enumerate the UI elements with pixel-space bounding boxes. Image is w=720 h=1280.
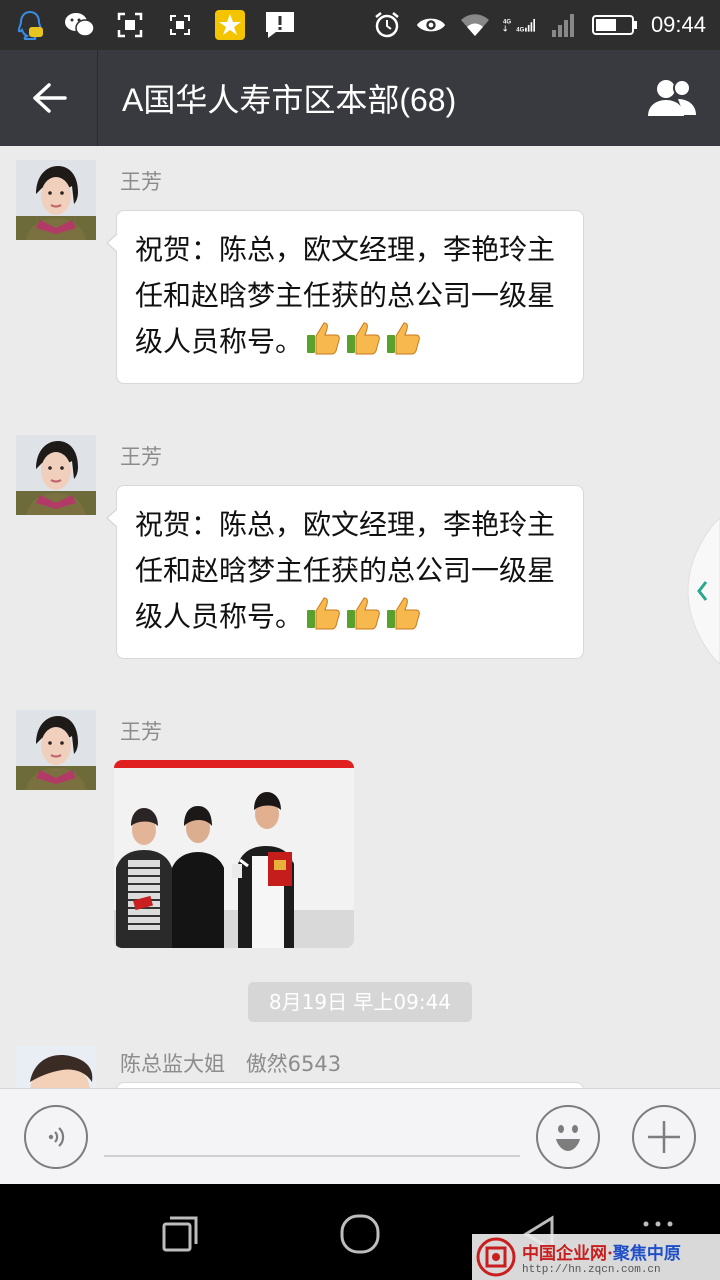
message-item: 王芳 bbox=[16, 710, 716, 960]
avatar[interactable] bbox=[16, 710, 96, 790]
thumbs-up-emoji-icon bbox=[387, 597, 420, 630]
sender-group-nickname: 陈总监大姐 bbox=[120, 1052, 225, 1076]
thumbs-up-emoji-icon bbox=[387, 322, 420, 355]
group-members-icon bbox=[648, 79, 696, 116]
battery-icon bbox=[591, 9, 639, 41]
image-message[interactable] bbox=[114, 760, 354, 948]
signal-secondary-icon bbox=[547, 9, 579, 41]
wifi-icon bbox=[459, 9, 491, 41]
site-watermark: 中国企业网·聚焦中原 http://hn.zqcn.com.cn bbox=[472, 1234, 720, 1280]
wechat-icon bbox=[64, 9, 96, 41]
svg-text:4G: 4G bbox=[516, 28, 524, 34]
scan-small-icon bbox=[164, 9, 196, 41]
signal-4g-icon: 4G 4G bbox=[503, 9, 535, 41]
sender-name: 陈总监大姐 傲然6543 bbox=[120, 1048, 341, 1078]
floating-side-handle[interactable] bbox=[684, 516, 720, 666]
thumbs-up-emoji-icon bbox=[307, 597, 340, 630]
clock-time: 09:44 bbox=[650, 12, 706, 37]
menu-dots-button[interactable] bbox=[640, 1218, 676, 1230]
sender-alias: 傲然6543 bbox=[245, 1052, 342, 1076]
svg-text:4G: 4G bbox=[503, 19, 511, 25]
message-input[interactable] bbox=[104, 1113, 520, 1157]
avatar[interactable] bbox=[16, 1046, 96, 1088]
watermark-brand-a: 中国企业网 bbox=[522, 1243, 607, 1264]
message-item: 陈总监大姐 傲然6543 bbox=[16, 1046, 716, 1088]
thumbs-up-emoji-icon bbox=[307, 322, 340, 355]
alarm-icon bbox=[371, 9, 403, 41]
eye-icon bbox=[415, 9, 447, 41]
message-item: 王芳 祝贺：陈总，欧文经理，李艳玲主任和赵晗梦主任获的总公司一级星级人员称号。 bbox=[16, 160, 716, 420]
recent-apps-button[interactable] bbox=[158, 1212, 202, 1256]
message-item: 王芳 祝贺：陈总，欧文经理，李艳玲主任和赵晗梦主任获的总公司一级星级人员称号。 bbox=[16, 435, 716, 695]
app-badge-icon bbox=[214, 9, 246, 41]
watermark-brand-b: 聚焦中原 bbox=[612, 1243, 681, 1264]
plus-icon bbox=[648, 1121, 680, 1153]
group-members-button[interactable] bbox=[642, 68, 702, 128]
voice-input-button[interactable] bbox=[24, 1105, 88, 1169]
back-button[interactable] bbox=[0, 50, 98, 146]
chat-input-bar bbox=[0, 1088, 720, 1184]
home-button[interactable] bbox=[338, 1212, 382, 1256]
qq-icon bbox=[14, 9, 46, 41]
voice-wave-icon bbox=[48, 1127, 65, 1147]
smiley-icon bbox=[556, 1125, 580, 1151]
sender-name: 王芳 bbox=[120, 720, 162, 744]
home-circle-icon bbox=[340, 1214, 380, 1254]
avatar[interactable] bbox=[16, 160, 96, 240]
message-bubble[interactable]: 祝贺：陈总，欧文经理，李艳玲主任和赵晗梦主任获的总公司一级星级人员称号。 bbox=[106, 210, 584, 384]
avatar[interactable] bbox=[16, 435, 96, 515]
thumbs-up-emoji-icon bbox=[347, 597, 380, 630]
watermark-logo-icon bbox=[476, 1237, 516, 1277]
page-title: A国华人寿市区本部(68) bbox=[122, 82, 457, 118]
chat-header: A国华人寿市区本部(68) bbox=[0, 50, 720, 146]
back-arrow-icon bbox=[32, 83, 67, 113]
timestamp-divider: 8月19日 早上09:44 bbox=[248, 982, 472, 1022]
more-actions-button[interactable] bbox=[632, 1105, 696, 1169]
sender-name: 王芳 bbox=[120, 445, 162, 469]
scan-icon bbox=[114, 9, 146, 41]
message-bubble[interactable]: 祝贺：陈总，欧文经理，李艳玲主任和赵晗梦主任获的总公司一级星级人员称号。 bbox=[106, 485, 584, 659]
alert-message-icon bbox=[264, 9, 296, 41]
status-bar: 4G 4G 09:44 bbox=[0, 0, 720, 50]
more-dots-icon bbox=[643, 1221, 673, 1227]
watermark-url: http://hn.zqcn.com.cn bbox=[522, 1263, 661, 1276]
emoji-button[interactable] bbox=[536, 1105, 600, 1169]
sender-name: 王芳 bbox=[120, 170, 162, 194]
recent-apps-icon bbox=[162, 1216, 198, 1252]
chat-message-list[interactable]: 王芳 祝贺：陈总，欧文经理，李艳玲主任和赵晗梦主任获的总公司一级星级人员称号。 … bbox=[0, 146, 720, 1088]
thumbs-up-emoji-icon bbox=[347, 322, 380, 355]
